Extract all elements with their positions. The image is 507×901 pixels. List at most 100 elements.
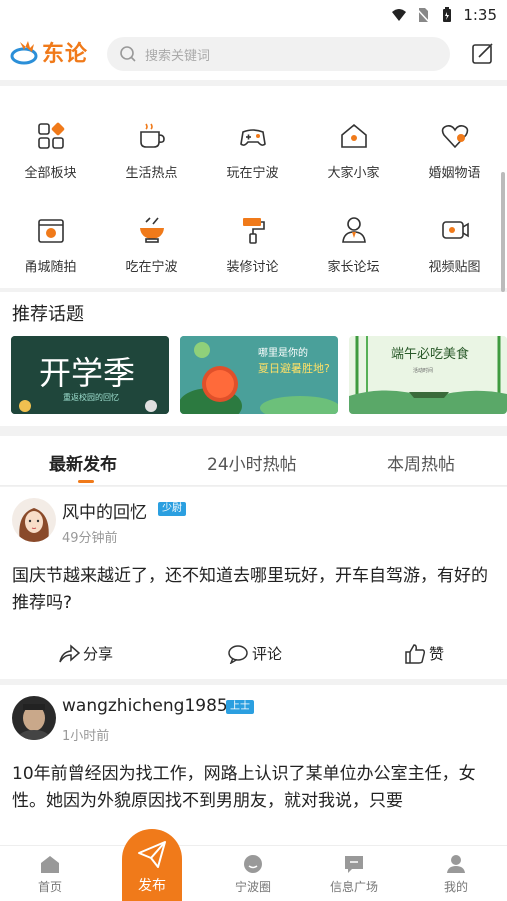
rank-badge: 上士	[226, 700, 254, 714]
scrollbar[interactable]	[501, 172, 505, 292]
category-label: 生活热点	[125, 166, 178, 181]
category-video[interactable]: 视频贴图	[404, 214, 505, 294]
logo-icon	[10, 41, 38, 65]
user-icon	[447, 855, 465, 873]
topic-title: 端午必吃美食	[391, 346, 469, 362]
post-time: 1小时前	[62, 729, 110, 744]
comment-icon	[228, 644, 248, 664]
category-home[interactable]: 大家小家	[303, 120, 404, 200]
category-label: 家长论坛	[327, 260, 380, 275]
search-icon	[120, 46, 136, 62]
post-time: 49分钟前	[62, 531, 118, 546]
search-placeholder: 搜索关键词	[145, 48, 211, 64]
battery-icon	[443, 7, 452, 22]
category-eat-ningbo[interactable]: 吃在宁波	[101, 214, 202, 294]
paper-plane-icon	[138, 841, 166, 868]
category-label: 全部板块	[24, 166, 77, 181]
topic-card-school[interactable]: 开学季 重返校园的回忆	[11, 336, 169, 414]
top-header: 东论 搜索关键词	[0, 30, 507, 80]
paint-roller-icon	[242, 218, 265, 244]
nav-label: 我的	[443, 880, 468, 894]
nav-home[interactable]: 首页	[10, 854, 90, 895]
summer-illustration: 哪里是你的 夏日避暑胜地?	[180, 336, 338, 414]
school-illustration: 开学季 重返校园的回忆	[11, 336, 169, 414]
post-content[interactable]: 10年前曾经因为找工作，网路上认识了某单位办公室主任，女性。她因为外貌原因找不到…	[12, 761, 496, 815]
tab-latest[interactable]: 最新发布	[49, 450, 117, 475]
feed-tabs: 最新发布 24小时热帖 本周热帖	[0, 436, 507, 486]
category-label: 吃在宁波	[125, 260, 178, 275]
compose-icon[interactable]	[471, 42, 495, 66]
nav-label: 宁波圈	[234, 880, 271, 894]
nav-label: 首页	[37, 880, 62, 894]
nav-info-square[interactable]: 信息广场	[314, 854, 394, 895]
share-button[interactable]: 分享	[58, 643, 113, 664]
like-label: 赞	[429, 645, 445, 663]
gamepad-icon	[239, 129, 266, 146]
category-life-hot[interactable]: 生活热点	[101, 120, 202, 200]
tab-weekly-hot[interactable]: 本周热帖	[387, 450, 455, 475]
post-content[interactable]: 国庆节越来越近了，还不知道去哪里玩好，开车自驾游，有好的推荐吗?	[12, 563, 496, 617]
username[interactable]: 风中的回忆	[62, 498, 147, 523]
topic-card-dragon-boat[interactable]: 端午必吃美食 活动时间	[349, 336, 507, 414]
topics-title: 推荐话题	[12, 304, 84, 325]
no-sim-icon	[416, 8, 430, 23]
category-label: 婚姻物语	[428, 166, 481, 181]
home-icon	[41, 856, 59, 873]
tab-24h-hot[interactable]: 24小时热帖	[207, 450, 297, 475]
topic-title: 开学季	[39, 354, 135, 392]
app-logo[interactable]: 东论	[10, 36, 88, 68]
category-label: 视频贴图	[428, 260, 481, 275]
category-parents[interactable]: 家长论坛	[303, 214, 404, 294]
username[interactable]: wangzhicheng1985	[62, 696, 228, 716]
category-grid: 全部板块 生活热点 玩在宁波 大家小家 婚姻物语 甬城随拍 吃在宁波 装修讨论 …	[0, 86, 507, 292]
status-bar: 1:35	[0, 0, 507, 30]
category-play-ningbo[interactable]: 玩在宁波	[202, 120, 303, 200]
video-icon	[441, 221, 469, 239]
nav-ningbo-circle[interactable]: 宁波圈	[213, 854, 293, 895]
category-decoration[interactable]: 装修讨论	[202, 214, 303, 294]
category-label: 甬城随拍	[24, 260, 77, 275]
category-city-photo[interactable]: 甬城随拍	[0, 214, 101, 294]
category-label: 大家小家	[327, 166, 380, 181]
topic-subtitle: 夏日避暑胜地?	[258, 361, 330, 375]
publish-button[interactable]: 发布	[122, 829, 182, 901]
nav-label: 信息广场	[329, 880, 378, 894]
share-label: 分享	[83, 645, 114, 663]
search-input[interactable]: 搜索关键词	[107, 37, 450, 71]
category-marriage[interactable]: 婚姻物语	[404, 120, 505, 200]
camera-icon	[37, 219, 64, 243]
avatar-girl-icon	[12, 498, 56, 542]
heart-icon	[441, 125, 468, 149]
category-all-boards[interactable]: 全部板块	[0, 120, 101, 200]
message-icon	[345, 856, 363, 873]
topic-subtitle: 活动时间	[413, 367, 433, 374]
comment-button[interactable]: 评论	[227, 643, 282, 664]
topic-card-summer[interactable]: 哪里是你的 夏日避暑胜地?	[180, 336, 338, 414]
food-bowl-icon	[139, 217, 164, 243]
logo-text: 东论	[42, 42, 89, 67]
status-time: 1:35	[463, 6, 497, 24]
nav-mine[interactable]: 我的	[416, 854, 496, 895]
wifi-icon	[392, 9, 407, 21]
publish-label: 发布	[138, 878, 166, 894]
avatar[interactable]	[12, 498, 56, 542]
category-label: 装修讨论	[226, 260, 279, 275]
post-card[interactable]: wangzhicheng1985 上士 1小时前 10年前曾经因为找工作，网路上…	[0, 685, 507, 845]
post-actions: 分享 评论 赞	[0, 639, 507, 675]
parent-icon	[341, 217, 366, 243]
avatar-man-icon	[12, 696, 56, 740]
coffee-cup-icon	[139, 123, 165, 148]
bottom-nav: 首页 宁波圈 信息广场 我的	[0, 845, 507, 901]
rank-badge: 少尉	[158, 502, 186, 516]
post-card[interactable]: 风中的回忆 少尉 49分钟前 国庆节越来越近了，还不知道去哪里玩好，开车自驾游，…	[0, 487, 507, 679]
recommended-topics: 推荐话题 开学季 重返校园的回忆 哪里是你的 夏日避暑胜地? 端午必吃美食 活动…	[0, 292, 507, 426]
like-button[interactable]: 赞	[404, 643, 444, 664]
share-icon	[59, 643, 80, 662]
thumbs-up-icon	[405, 643, 426, 664]
grid-icon	[37, 122, 64, 149]
topic-subtitle: 重返校园的回忆	[63, 392, 119, 402]
avatar[interactable]	[12, 696, 56, 740]
chat-bubble-icon	[244, 855, 262, 873]
topic-title: 哪里是你的	[258, 346, 308, 359]
active-tab-indicator	[78, 480, 94, 483]
